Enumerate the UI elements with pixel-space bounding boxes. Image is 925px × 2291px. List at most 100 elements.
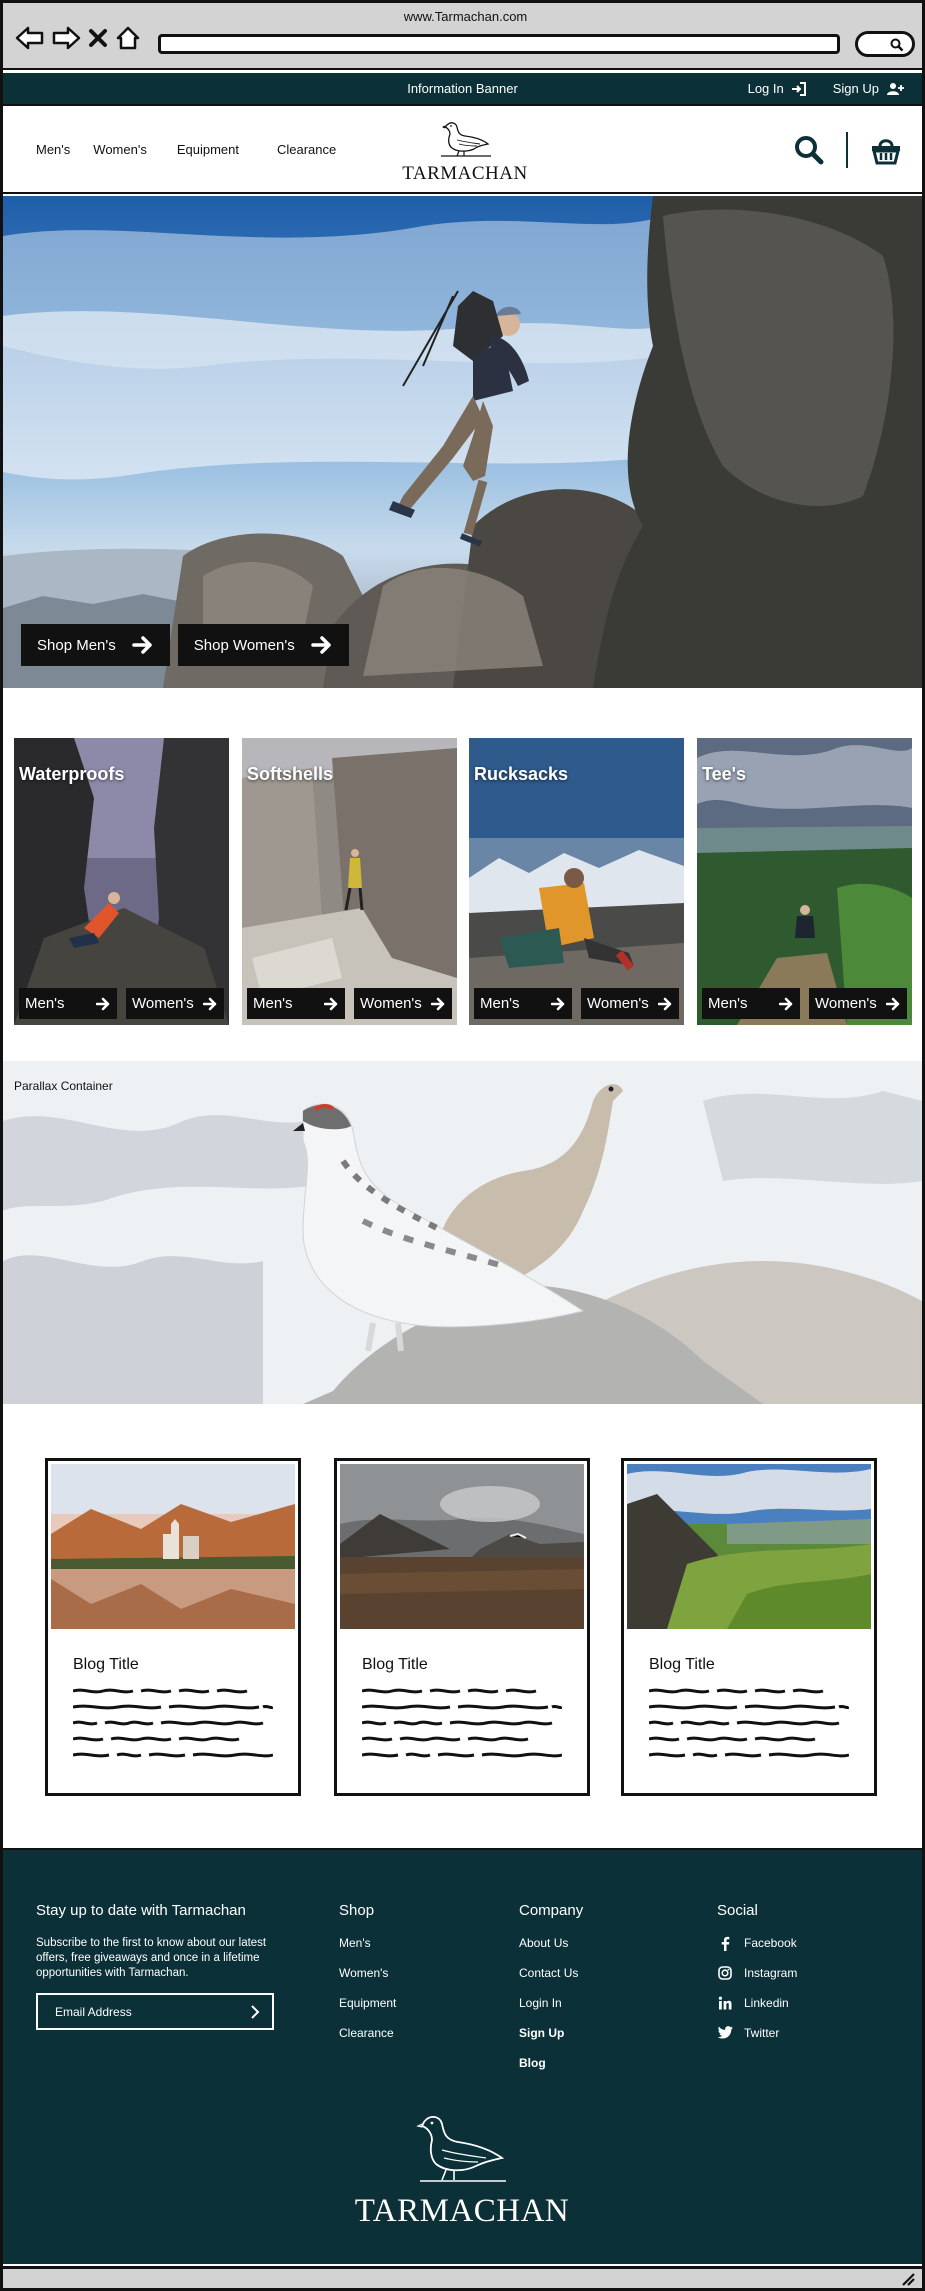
category-womens-label: Women's	[360, 995, 422, 1012]
arrow-right-icon	[779, 997, 793, 1010]
blog-card[interactable]: Blog Title	[334, 1458, 590, 1796]
shop-womens-button[interactable]: Shop Women's	[177, 624, 349, 666]
social-linkedin[interactable]: Linkedin	[717, 1996, 797, 2026]
blog-card[interactable]: Blog Title	[621, 1458, 877, 1796]
shop-womens-label: Shop Women's	[193, 636, 295, 654]
category-mens-label: Men's	[25, 995, 65, 1012]
category-mens-button[interactable]: Men's	[19, 988, 117, 1019]
header-actions	[794, 132, 902, 168]
browser-nav-buttons	[15, 25, 141, 51]
login-link[interactable]: Log In	[748, 81, 807, 96]
signup-link[interactable]: Sign Up	[833, 81, 904, 96]
search-icon[interactable]	[794, 135, 824, 165]
email-input[interactable]: Email Address	[36, 1993, 274, 2030]
facebook-icon	[721, 1936, 730, 1951]
browser-search-box[interactable]	[855, 31, 915, 57]
blog-title: Blog Title	[73, 1656, 139, 1673]
basket-icon[interactable]	[870, 135, 902, 165]
arrow-right-icon	[886, 997, 900, 1010]
footer-company-column: Company About Us Contact Us Login In Sig…	[519, 1902, 583, 2086]
blog-image	[627, 1464, 871, 1629]
newsletter-title: Stay up to date with Tarmachan	[36, 1902, 246, 1919]
linkedin-icon	[718, 1996, 732, 2010]
category-womens-button[interactable]: Women's	[581, 988, 679, 1019]
arrow-right-icon	[431, 997, 445, 1010]
category-title: Rucksacks	[474, 764, 569, 784]
footer-link-mens[interactable]: Men's	[339, 1936, 396, 1966]
search-icon	[890, 38, 904, 52]
site-header: Men's Women's Equipment Clearance TARMAC…	[3, 104, 922, 194]
blog-excerpt-placeholder	[362, 1688, 562, 1758]
footer-link-login[interactable]: Login In	[519, 1996, 583, 2026]
social-facebook[interactable]: Facebook	[717, 1936, 797, 1966]
category-womens-button[interactable]: Women's	[809, 988, 907, 1019]
login-label: Log In	[747, 81, 784, 96]
arrow-right-icon	[310, 636, 331, 654]
footer-social-column: Social Facebook Instagram Linkedin Twitt…	[717, 1902, 797, 2056]
ptarmigan-logo	[441, 122, 491, 157]
resize-grip-icon[interactable]	[900, 2271, 916, 2287]
category-mens-button[interactable]: Men's	[702, 988, 800, 1019]
arrow-right-icon	[96, 997, 110, 1010]
category-buttons: Men's Women's	[474, 988, 679, 1019]
footer-link-about[interactable]: About Us	[519, 1936, 583, 1966]
arrow-right-icon	[132, 636, 152, 654]
category-card-rucksacks[interactable]: Rucksacks Men's Women's	[469, 738, 684, 1025]
social-instagram[interactable]: Instagram	[717, 1966, 797, 1996]
nav-mens[interactable]: Men's	[36, 142, 70, 157]
hero-buttons: Shop Men's Shop Women's	[21, 624, 349, 666]
category-grid: Waterproofs Men's Women's Softshells Men…	[14, 738, 912, 1025]
back-arrow-icon[interactable]	[15, 25, 45, 51]
category-mens-button[interactable]: Men's	[474, 988, 572, 1019]
category-mens-label: Men's	[708, 995, 748, 1012]
social-twitter[interactable]: Twitter	[717, 2026, 797, 2056]
blog-excerpt-placeholder	[649, 1688, 849, 1758]
nav-womens[interactable]: Women's	[93, 142, 147, 157]
footer-link-equipment[interactable]: Equipment	[339, 1996, 396, 2026]
chevron-right-icon[interactable]	[250, 2004, 260, 2020]
category-womens-button[interactable]: Women's	[354, 988, 452, 1019]
category-mens-button[interactable]: Men's	[247, 988, 345, 1019]
nav-clearance[interactable]: Clearance	[277, 142, 336, 157]
footer-link-womens[interactable]: Women's	[339, 1966, 396, 1996]
footer-brand-logo[interactable]: TARMACHAN	[337, 2108, 587, 2230]
main-navigation: Men's Women's Equipment Clearance	[36, 142, 336, 157]
brand-logo[interactable]: TARMACHAN	[395, 118, 535, 185]
category-mens-label: Men's	[480, 995, 520, 1012]
arrow-right-icon	[324, 997, 338, 1010]
instagram-icon	[718, 1966, 732, 1980]
category-womens-label: Women's	[815, 995, 877, 1012]
blog-card[interactable]: Blog Title	[45, 1458, 301, 1796]
forward-arrow-icon[interactable]	[51, 25, 81, 51]
category-womens-button[interactable]: Women's	[126, 988, 224, 1019]
category-title: Waterproofs	[19, 764, 125, 784]
parallax-label: Parallax Container	[14, 1079, 113, 1093]
footer-link-clearance[interactable]: Clearance	[339, 2026, 396, 2056]
hero-banner: Shop Men's Shop Women's	[3, 196, 922, 688]
login-icon	[791, 81, 806, 96]
home-icon[interactable]	[115, 25, 141, 51]
category-womens-label: Women's	[132, 995, 194, 1012]
category-womens-label: Women's	[587, 995, 649, 1012]
category-card-softshells[interactable]: Softshells Men's Women's	[242, 738, 457, 1025]
footer-link-blog[interactable]: Blog	[519, 2056, 583, 2086]
add-user-icon	[887, 82, 904, 95]
close-icon[interactable]	[87, 27, 109, 49]
twitter-icon	[717, 2026, 733, 2039]
arrow-right-icon	[658, 997, 672, 1010]
blog-title: Blog Title	[362, 1656, 428, 1673]
footer-link-contact[interactable]: Contact Us	[519, 1966, 583, 1996]
nav-equipment[interactable]: Equipment	[177, 142, 239, 157]
email-placeholder: Email Address	[55, 2004, 132, 2019]
category-card-tees[interactable]: Tee's Men's Women's	[697, 738, 912, 1025]
shop-mens-button[interactable]: Shop Men's	[21, 624, 170, 666]
footer-link-signup[interactable]: Sign Up	[519, 2026, 583, 2056]
category-title: Tee's	[702, 764, 746, 784]
address-bar[interactable]	[158, 34, 840, 54]
brand-name: TARMACHAN	[402, 163, 528, 184]
blog-title: Blog Title	[649, 1656, 715, 1673]
footer-shop-title: Shop	[339, 1902, 375, 1919]
category-card-waterproofs[interactable]: Waterproofs Men's Women's	[14, 738, 229, 1025]
category-buttons: Men's Women's	[247, 988, 452, 1019]
signup-label: Sign Up	[832, 81, 879, 96]
